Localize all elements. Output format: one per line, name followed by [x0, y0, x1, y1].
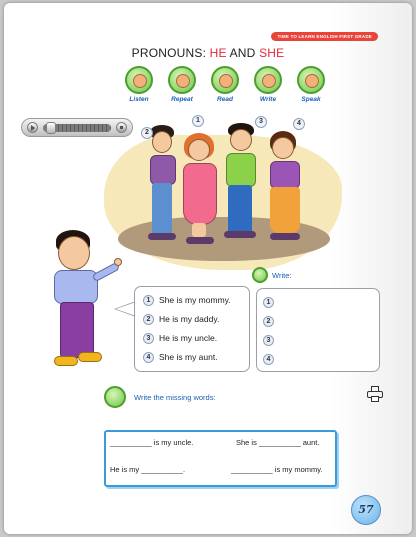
person-1-illustration — [180, 133, 224, 253]
printer-icon[interactable] — [367, 386, 383, 402]
title-she: SHE — [259, 46, 285, 60]
write-heading: Write: — [252, 267, 291, 283]
fill-sentence[interactable]: He is my __________. — [110, 465, 185, 474]
write-icon — [254, 66, 282, 94]
write-label: Write: — [272, 270, 292, 280]
sentence-row: 4 She is my aunt. — [143, 350, 218, 364]
title-he: HE — [209, 46, 227, 60]
sentence-number: 1 — [143, 294, 154, 306]
write-icon — [252, 267, 268, 283]
write-row[interactable]: 1 — [263, 295, 279, 309]
series-badge: TIME TO LEARN ENGLISH FIRST GRADE — [271, 32, 378, 41]
sentence-text: She is my aunt. — [159, 352, 218, 362]
skill-label: Speak — [301, 96, 321, 103]
sentence-number: 3 — [143, 332, 154, 344]
scene-number-2: 2 — [141, 127, 153, 139]
title-prefix: PRONOUNS: — [131, 46, 210, 60]
title-and: AND — [226, 46, 260, 60]
audio-scrubber[interactable] — [45, 122, 56, 134]
skill-speak[interactable]: Speak — [294, 66, 328, 103]
write-row-number: 1 — [263, 296, 274, 308]
fill-sentence[interactable]: She is __________ aunt. — [236, 438, 319, 447]
missing-words-box: __________ is my uncle. She is _________… — [104, 430, 337, 487]
skill-bar: Listen Repeat Read Write Speak — [122, 66, 325, 110]
write-row[interactable]: 3 — [263, 333, 279, 347]
scene-number-1: 1 — [192, 115, 204, 127]
person-2-illustration — [144, 123, 184, 248]
sentence-row: 3 He is my uncle. — [143, 331, 217, 345]
listen-icon — [125, 66, 153, 94]
person-4-illustration — [264, 131, 308, 253]
speak-icon — [297, 66, 325, 94]
read-icon — [211, 66, 239, 94]
write-icon — [104, 386, 126, 408]
skill-listen[interactable]: Listen — [122, 66, 156, 103]
write-row[interactable]: 2 — [263, 314, 279, 328]
workbook-page: TIME TO LEARN ENGLISH FIRST GRADE PRONOU… — [4, 3, 412, 534]
page-number: 57 — [351, 495, 381, 525]
family-scene: 1 2 3 4 — [104, 115, 344, 273]
sentence-bubble: 1 She is my mommy. 2 He is my daddy. 3 H… — [134, 286, 250, 372]
sentence-row: 1 She is my mommy. — [143, 293, 231, 307]
sentence-text: He is my uncle. — [159, 333, 218, 343]
person-3-illustration — [222, 123, 262, 248]
skill-read[interactable]: Read — [208, 66, 242, 103]
sentence-row: 2 He is my daddy. — [143, 312, 219, 326]
skill-label: Repeat — [171, 96, 193, 103]
sentence-text: He is my daddy. — [159, 314, 220, 324]
missing-words-label: Write the missing words: — [134, 392, 216, 402]
write-row[interactable]: 4 — [263, 352, 279, 366]
skill-label: Write — [259, 96, 277, 103]
write-row-number: 4 — [263, 353, 274, 365]
fill-sentence[interactable]: __________ is my uncle. — [110, 438, 193, 447]
repeat-icon — [168, 66, 196, 94]
write-row-number: 3 — [263, 334, 274, 346]
skill-write[interactable]: Write — [251, 66, 285, 103]
sentence-text: She is my mommy. — [159, 295, 231, 305]
fill-sentence[interactable]: __________ is my mommy. — [231, 465, 323, 474]
skill-label: Read — [217, 96, 233, 103]
skill-label: Listen — [129, 96, 149, 103]
scene-number-4: 4 — [293, 118, 305, 130]
missing-words-heading: Write the missing words: — [104, 386, 216, 408]
scene-number-3: 3 — [255, 116, 267, 128]
page-title: PRONOUNS: HE AND SHE — [4, 46, 412, 60]
sentence-number: 2 — [143, 313, 154, 325]
write-row-number: 2 — [263, 315, 274, 327]
write-answer-box: 1 2 3 4 — [256, 288, 380, 372]
play-button[interactable] — [27, 122, 38, 133]
sentence-number: 4 — [143, 351, 154, 363]
skill-repeat[interactable]: Repeat — [165, 66, 199, 103]
